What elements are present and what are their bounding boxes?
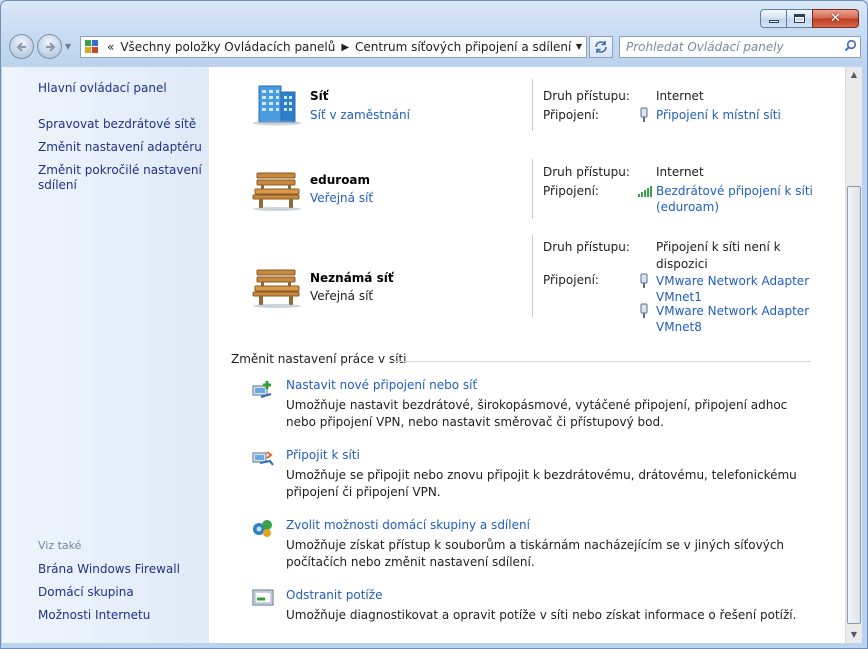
connection-label: Připojení: (543, 273, 599, 287)
main-content: Síť Síť v zaměstnání Druh přístupu: Inte… (209, 67, 845, 643)
network-name: eduroam (310, 173, 371, 187)
new-connection-icon (252, 381, 272, 398)
breadcrumb-all-control-panel[interactable]: Všechny položky Ovládacích panelů (120, 40, 335, 54)
address-dropdown-icon[interactable]: ▼ (576, 42, 582, 51)
office-building-icon (253, 85, 301, 126)
task-link-troubleshoot[interactable]: Odstranit potíže (286, 588, 382, 602)
connection-link[interactable]: Bezdrátové připojení k síti (eduroam) (656, 183, 826, 215)
maximize-icon (794, 14, 805, 23)
connection-label: Připojení: (543, 184, 599, 198)
sidebar-manage-wireless[interactable]: Spravovat bezdrátové sítě (38, 117, 208, 132)
scrollbar-thumb[interactable] (847, 186, 861, 624)
task-link-connect[interactable]: Připojit k síti (286, 448, 360, 462)
divider (532, 159, 533, 219)
task-description: Umožňuje nastavit bezdrátové, širokopásm… (286, 398, 788, 429)
network-type-link[interactable]: Síť v zaměstnání (310, 108, 410, 122)
address-bar[interactable]: « Všechny položky Ovládacích panelů ▶ Ce… (80, 36, 587, 58)
see-also-homegroup[interactable]: Domácí skupina (38, 585, 208, 600)
task-description: Umožňuje se připojit nebo znovu připojit… (286, 468, 797, 499)
task-description: Umožňuje získat přístup k souborům a tis… (286, 538, 785, 569)
section-title: Změnit nastavení práce v síti (231, 352, 407, 366)
task-description: Umožňuje diagnostikovat a opravit potíže… (286, 608, 797, 622)
search-icon[interactable] (840, 39, 860, 56)
homegroup-icon (253, 520, 272, 537)
caption-buttons: ✕ (760, 9, 859, 28)
connection-label: Připojení: (543, 108, 599, 122)
access-type-value: Internet (656, 165, 704, 179)
close-button[interactable]: ✕ (812, 9, 859, 28)
breadcrumb-separator[interactable]: ▶ (341, 42, 349, 53)
network-name: Neznámá síť (310, 271, 394, 285)
back-arrow-icon (15, 41, 26, 52)
close-icon: ✕ (830, 11, 841, 26)
nav-buttons: ▼ (9, 34, 71, 59)
troubleshoot-icon (252, 589, 274, 606)
sidebar-advanced-sharing[interactable]: Změnit pokročilé nastavení sdílení (38, 163, 208, 193)
park-bench-icon (252, 269, 301, 308)
ethernet-icon (640, 273, 648, 288)
network-name: Síť (310, 89, 329, 103)
back-button[interactable] (9, 34, 34, 59)
refresh-button[interactable] (589, 36, 613, 58)
see-also-firewall[interactable]: Brána Windows Firewall (38, 562, 208, 577)
section-divider (389, 361, 811, 362)
see-also-heading: Viz také (38, 539, 82, 552)
sidebar-home-link[interactable]: Hlavní ovládací panel (38, 81, 208, 96)
see-also-internet-options[interactable]: Možnosti Internetu (38, 608, 208, 623)
minimize-icon (768, 20, 779, 23)
maximize-button[interactable] (786, 9, 813, 28)
wifi-signal-icon (638, 186, 652, 197)
refresh-icon (595, 41, 607, 53)
search-box (619, 36, 861, 58)
window: ✕ ▼ « Všechny položky Ovládacích panelů … (0, 0, 868, 649)
left-pane: Hlavní ovládací panel Spravovat bezdráto… (2, 67, 209, 643)
forward-arrow-icon (45, 41, 56, 52)
network-type: Veřejná síť (310, 289, 374, 303)
access-type-label: Druh přístupu: (543, 165, 630, 179)
forward-button[interactable] (37, 34, 62, 59)
sidebar-change-adapter[interactable]: Změnit nastavení adaptéru (38, 140, 208, 155)
access-type-label: Druh přístupu: (543, 89, 630, 103)
scroll-down-icon[interactable]: ▼ (846, 627, 862, 643)
search-input[interactable] (620, 40, 840, 54)
connection-link[interactable]: VMware Network Adapter VMnet8 (656, 303, 826, 335)
connection-link[interactable]: Připojení k místní síti (656, 107, 826, 123)
control-panel-icon (85, 40, 99, 54)
access-type-label: Druh přístupu: (543, 240, 630, 254)
scroll-up-icon[interactable]: ▲ (846, 67, 862, 83)
network-type-link[interactable]: Veřejná síť (310, 191, 373, 205)
recent-pages-chevron-icon[interactable]: ▼ (65, 42, 71, 51)
divider (532, 235, 533, 317)
park-bench-icon (252, 172, 301, 211)
connect-network-icon (252, 451, 274, 466)
access-type-value: Internet (656, 89, 704, 103)
divider (532, 79, 533, 131)
vertical-scrollbar[interactable]: ▲ ▼ (845, 67, 862, 643)
connection-link[interactable]: VMware Network Adapter VMnet1 (656, 273, 826, 305)
minimize-button[interactable] (760, 9, 787, 28)
ethernet-icon (640, 107, 648, 122)
address-overflow-chevron[interactable]: « (107, 40, 114, 54)
task-link-new-connection[interactable]: Nastavit nové připojení nebo síť (286, 378, 477, 392)
access-type-value: Připojení k síti není k dispozici (656, 240, 781, 271)
task-link-homegroup[interactable]: Zvolit možnosti domácí skupiny a sdílení (286, 518, 530, 532)
breadcrumb-network-center[interactable]: Centrum síťových připojení a sdílení (355, 40, 571, 54)
ethernet-icon (640, 303, 648, 318)
